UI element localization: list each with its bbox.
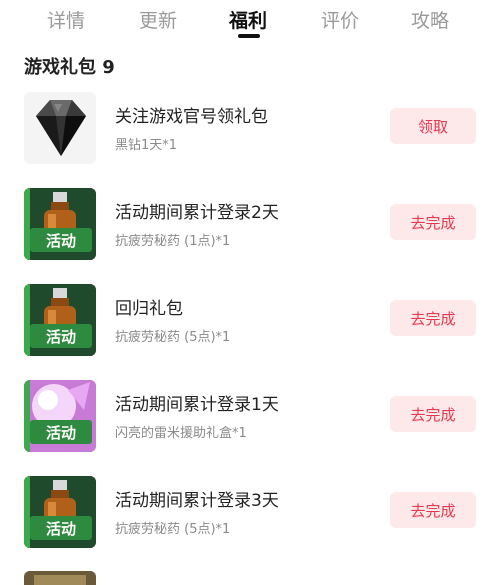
- potion-event-icon: 活动: [24, 284, 96, 356]
- event-badge: 活动: [46, 424, 76, 442]
- gift-pack-item[interactable]: 活动 活动期间累计登录3天 抗疲劳秘药 (5点)*1 去完成: [0, 476, 500, 572]
- tab-details[interactable]: 详情: [47, 6, 85, 33]
- gift-pack-item[interactable]: 活动 活动期间累计登录1天 闪亮的雷米援助礼盒*1 去完成: [0, 380, 500, 476]
- gift-pack-reward: 抗疲劳秘药 (5点)*1: [115, 522, 231, 537]
- section-title: 游戏礼包 9: [24, 57, 115, 78]
- gift-pack-item[interactable]: 活动 回归礼包 抗疲劳秘药 (5点)*1 去完成: [0, 284, 500, 380]
- tab-updates[interactable]: 更新: [139, 6, 177, 33]
- gift-pack-name: 关注游戏官号领礼包: [115, 107, 268, 127]
- go-complete-button[interactable]: 去完成: [390, 204, 476, 240]
- tab-reviews[interactable]: 评价: [321, 6, 359, 33]
- pink-giftbox-event-icon: 活动: [24, 380, 96, 452]
- gift-pack-name: 回归礼包: [115, 299, 183, 319]
- gift-pack-reward: 抗疲劳秘药 (5点)*1: [115, 330, 231, 345]
- potion-event-icon: 活动: [24, 188, 96, 260]
- event-badge: 活动: [46, 328, 76, 346]
- gift-pack-item[interactable]: 活动 活动期间累计登录2天 抗疲劳秘药 (1点)*1 去完成: [0, 188, 500, 284]
- tab-guides[interactable]: 攻略: [411, 6, 449, 33]
- gift-pack-name: 活动期间累计登录3天: [115, 491, 279, 511]
- event-badge: 活动: [46, 520, 76, 538]
- next-item-thumbnail: [24, 571, 96, 585]
- gift-pack-name: 活动期间累计登录2天: [115, 203, 279, 223]
- tab-welfare[interactable]: 福利: [229, 6, 267, 33]
- black-diamond-icon: [24, 92, 96, 164]
- event-badge: 活动: [46, 232, 76, 250]
- gift-pack-reward: 闪亮的雷米援助礼盒*1: [115, 426, 247, 441]
- potion-event-icon: 活动: [24, 476, 96, 548]
- tab-bar: 详情 更新 福利 评价 攻略: [0, 0, 500, 40]
- go-complete-button[interactable]: 去完成: [390, 300, 476, 336]
- active-tab-indicator: [238, 34, 260, 38]
- gift-pack-reward: 黑钻1天*1: [115, 138, 178, 153]
- go-complete-button[interactable]: 去完成: [390, 492, 476, 528]
- gift-pack-name: 活动期间累计登录1天: [115, 395, 279, 415]
- gift-pack-item[interactable]: 关注游戏官号领礼包 黑钻1天*1 领取: [0, 92, 500, 188]
- claim-button[interactable]: 领取: [390, 108, 476, 144]
- gift-pack-reward: 抗疲劳秘药 (1点)*1: [115, 234, 231, 249]
- go-complete-button[interactable]: 去完成: [390, 396, 476, 432]
